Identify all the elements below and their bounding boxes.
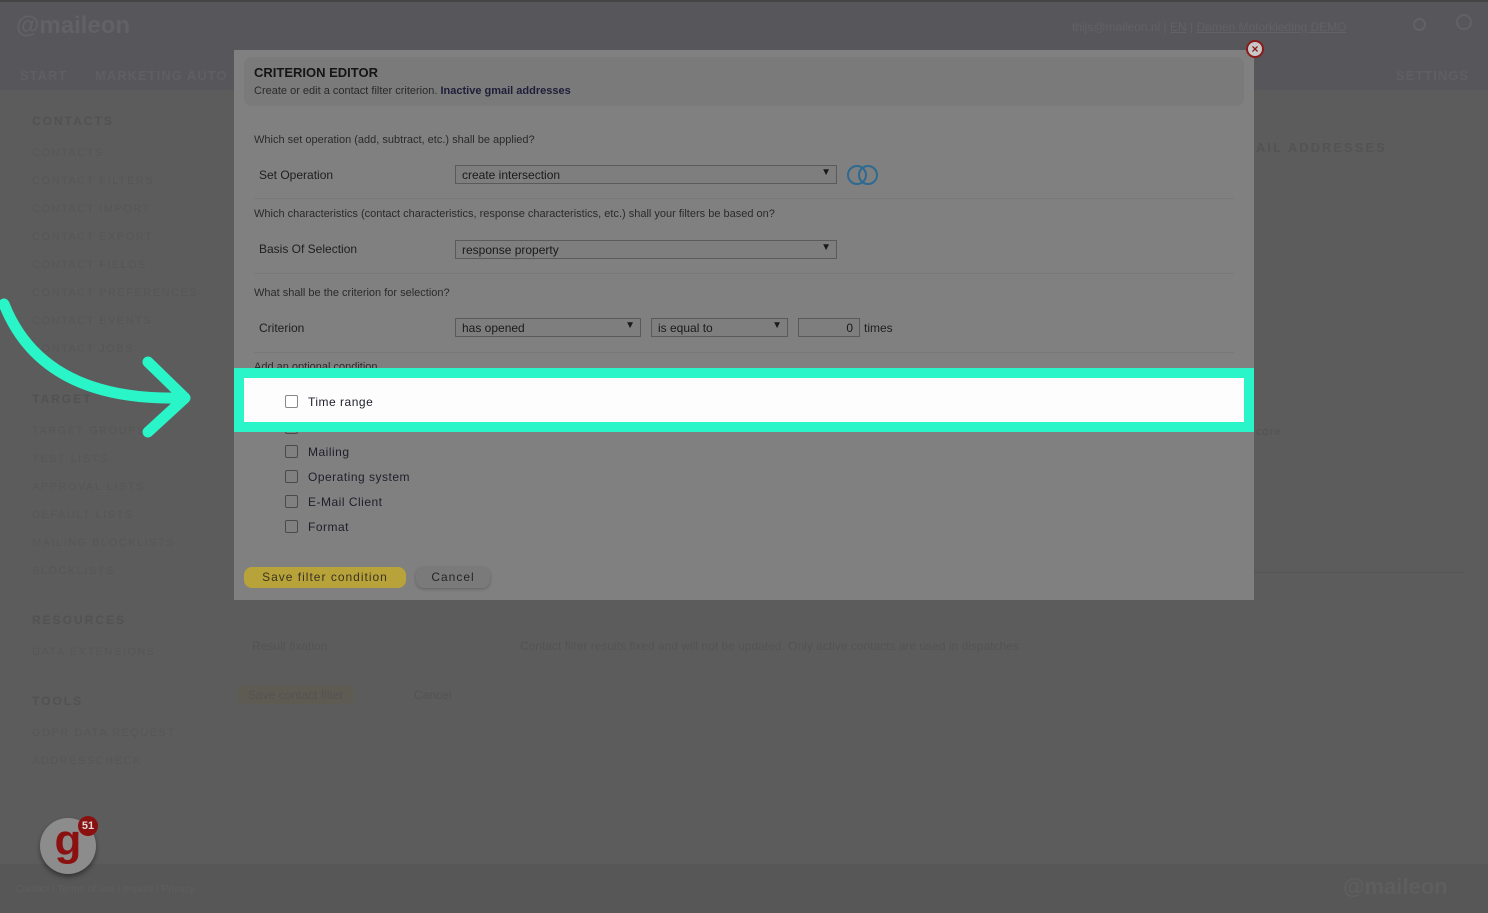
count-unit: times [864,321,893,335]
sidebar-heading: RESOURCES [32,613,127,627]
highlight-box: Time range [234,368,1254,432]
comparator-select[interactable]: is equal to ▼ [651,318,788,337]
result-fixation-text[interactable]: Contact filter results fixed and will no… [520,639,1019,653]
basis-select[interactable]: response property ▼ [455,240,837,259]
sidebar-item[interactable]: MAILING BLOCKLISTS [32,537,175,549]
footer-links[interactable]: Contact | Terms of use | Imprint | Priva… [15,884,194,895]
page-title: AIL ADDRESSES [1256,140,1387,155]
sidebar-heading: TOOLS [32,694,84,708]
format-label: Format [308,520,350,534]
select-value: is equal to [658,321,713,335]
filter-name: Inactive gmail addresses [440,85,571,97]
dialog-header: CRITERION EDITOR Create or edit a contac… [244,57,1244,106]
chevron-down-icon: ▼ [625,320,635,331]
basis-label: Basis Of Selection [259,242,358,256]
time-range-label: Time range [308,395,374,409]
arrow-annotation-icon [0,298,191,438]
email-client-checkbox[interactable] [285,495,298,508]
result-fixation-label: Result fixation [252,639,328,653]
mailing-checkbox[interactable] [285,445,298,458]
time-range-checkbox[interactable] [285,395,298,408]
footer-logo: @maileon [1343,874,1448,899]
divider [254,273,1234,274]
chevron-down-icon: ▼ [821,167,831,178]
user-email[interactable]: thijs@maileon.nl [1072,20,1160,34]
basis-question: Which characteristics (contact character… [254,208,775,220]
sidebar-item[interactable]: CONTACT EXPORT [32,231,153,243]
select-value: create intersection [462,168,561,182]
sidebar-item[interactable]: TEST LISTS [32,453,109,465]
subtitle-text: Create or edit a contact filter criterio… [254,85,438,97]
chevron-down-icon: ▼ [821,242,831,253]
sidebar-item[interactable]: CONTACT IMPORT [32,203,151,215]
account-link[interactable]: Damen Motorkleding DEMO [1196,20,1346,34]
sidebar-item[interactable]: CONTACT FILTERS [32,175,154,187]
sidebar-item[interactable]: DEFAULT LISTS [32,509,134,521]
dialog-subtitle: Create or edit a contact filter criterio… [254,85,571,97]
criterion-select[interactable]: has opened ▼ [455,318,641,337]
intersection-icon [847,165,879,185]
sidebar-item[interactable]: DATA EXTENSIONS [32,646,156,658]
format-checkbox[interactable] [285,520,298,533]
score-label: core [1256,426,1282,438]
save-filter-condition-button[interactable]: Save filter condition [244,567,406,588]
notification-badge: 51 [78,816,98,836]
select-value: has opened [462,321,525,335]
set-operation-question: Which set operation (add, subtract, etc.… [254,134,535,146]
set-operation-label: Set Operation [259,168,334,182]
chevron-down-icon: ▼ [772,320,782,331]
divider [254,198,1234,199]
operating-system-checkbox[interactable] [285,470,298,483]
criterion-editor-dialog: CRITERION EDITOR Create or edit a contac… [234,40,1264,600]
top-links: thijs@maileon.nl | EN | Damen Motorkledi… [1072,20,1347,34]
background-cancel-button[interactable]: Cancel [414,688,451,702]
footer: Contact | Terms of use | Imprint | Priva… [0,864,1488,913]
nav-start[interactable]: START [20,68,67,83]
close-icon[interactable]: × [1246,40,1264,58]
sidebar-item[interactable]: GDPR DATA REQUEST [32,727,176,739]
sidebar-item[interactable]: CONTACTS [32,147,104,159]
sidebar-heading: CONTACTS [32,114,114,128]
dialog-title: CRITERION EDITOR [254,65,378,80]
nav-marketing-automation[interactable]: MARKETING AUTO [95,68,227,83]
criterion-question: What shall be the criterion for selectio… [254,287,450,299]
sidebar-item[interactable]: APPROVAL LISTS [32,481,145,493]
email-client-label: E-Mail Client [308,495,383,509]
sidebar-item[interactable]: BLOCKLISTS [32,565,115,577]
cancel-button[interactable]: Cancel [416,567,490,588]
sidebar-item[interactable]: ADDRESSCHECK [32,755,142,767]
save-contact-filter-button[interactable]: Save contact filter [238,686,354,704]
power-icon[interactable] [1456,14,1472,30]
sidebar-item[interactable]: CONTACT FIELDS [32,259,147,271]
criterion-label: Criterion [259,321,305,335]
divider [254,352,1234,353]
operating-system-label: Operating system [308,470,411,484]
nav-settings[interactable]: SETTINGS [1396,68,1469,83]
divider [1254,572,1464,573]
mailing-label: Mailing [308,445,350,459]
count-input[interactable]: 0 [798,318,860,337]
maileon-logo[interactable]: @maileon [16,12,130,40]
g51-widget[interactable]: g 51 [40,816,98,874]
select-value: response property [462,243,559,257]
language-link[interactable]: EN [1170,20,1187,34]
set-operation-select[interactable]: create intersection ▼ [455,165,837,184]
info-icon[interactable] [1413,18,1426,31]
